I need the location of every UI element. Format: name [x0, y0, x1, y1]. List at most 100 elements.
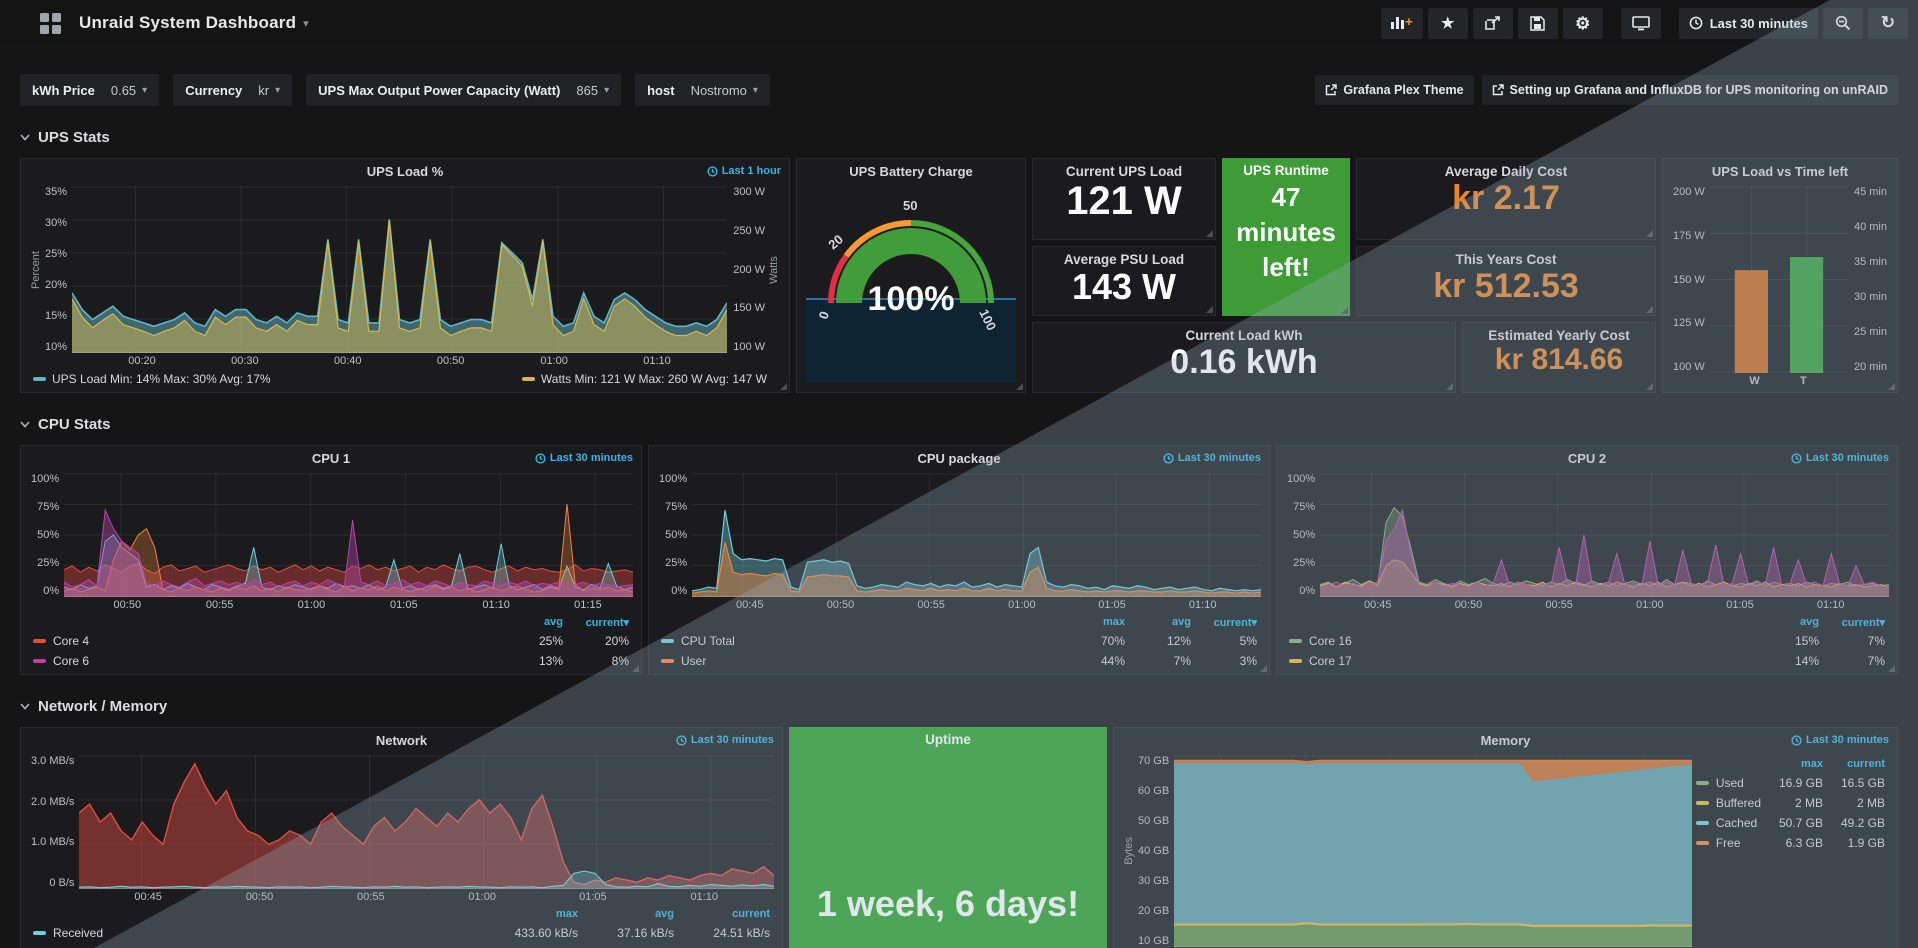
chart-plot[interactable] — [692, 473, 1261, 597]
stat-title[interactable]: Current UPS Load — [1066, 164, 1182, 179]
legend-label: Received — [53, 926, 103, 940]
panel-title[interactable]: Network — [376, 733, 427, 748]
legend-series-toggle[interactable]: Free — [1696, 836, 1761, 850]
legend-series-toggle[interactable]: CPU Total — [661, 634, 1059, 648]
y-tick: 10% — [45, 341, 67, 353]
save-button[interactable] — [1518, 8, 1558, 39]
x-tick: 00:45 — [134, 891, 162, 903]
panel-title[interactable]: Memory — [1481, 733, 1531, 748]
stat-title[interactable]: Uptime — [925, 732, 971, 747]
panel-time-range[interactable]: Last 30 minutes — [1791, 734, 1889, 746]
variable-value-dropdown[interactable]: 0.65▾ — [111, 83, 147, 98]
section-ups-stats[interactable]: UPS Stats — [20, 126, 1898, 148]
panel-cpu-2: CPU 2 Last 30 minutes 100%75%50%25%0%00:… — [1276, 445, 1898, 675]
chart-plot[interactable] — [79, 755, 774, 889]
panel-title[interactable]: CPU 2 — [1568, 451, 1606, 466]
legend-value: 44% — [1059, 654, 1125, 668]
y-tick: 100% — [659, 473, 687, 485]
variable-label: kWh Price — [32, 83, 95, 98]
legend-series-toggle[interactable]: Used — [1696, 776, 1761, 790]
bar-label: W — [1749, 375, 1759, 387]
panel-network: Network Last 30 minutes 3.0 MB/s2.0 MB/s… — [20, 727, 783, 948]
share-button[interactable] — [1473, 8, 1513, 39]
legend-column-current[interactable]: current — [1823, 758, 1885, 770]
stat-title[interactable]: Estimated Yearly Cost — [1488, 328, 1630, 343]
add-panel-button[interactable]: + — [1381, 8, 1423, 39]
legend-column-avg[interactable]: avg — [1753, 616, 1819, 628]
legend-series-toggle[interactable]: Cached — [1696, 816, 1761, 830]
section-network-memory[interactable]: Network / Memory — [20, 695, 1898, 717]
legend-legend: avgcurrent▾Core 425%20%Core 613%8% — [29, 613, 633, 671]
x-tick: 00:50 — [827, 599, 855, 611]
dashboard-title[interactable]: Unraid System Dashboard — [79, 13, 296, 33]
legend-value: 7% — [1819, 634, 1885, 648]
refresh-button[interactable]: ↻ — [1868, 8, 1908, 39]
legend-item[interactable]: Watts Min: 121 W Max: 260 W Avg: 147 W — [522, 372, 767, 386]
title-caret-icon[interactable]: ▾ — [303, 17, 309, 30]
variable-value-dropdown[interactable]: Nostromo▾ — [691, 83, 758, 98]
legend-series-toggle[interactable]: Core 6 — [33, 654, 497, 668]
panel-time-range[interactable]: Last 30 minutes — [535, 452, 633, 464]
legend-row: CPU Total70%12%5% — [661, 631, 1257, 651]
x-tick: 00:20 — [128, 355, 156, 367]
panel-ups-runtime: UPS Runtime 47 minutes left! — [1222, 158, 1350, 316]
settings-button[interactable]: ⚙ — [1563, 8, 1603, 39]
legend-series-toggle[interactable]: Core 17 — [1289, 654, 1753, 668]
legend-column-avg[interactable]: avg — [497, 616, 563, 628]
clock-icon — [1689, 16, 1703, 30]
panel-uptime: Uptime 1 week, 6 days! — [789, 727, 1107, 948]
legend-series-toggle[interactable]: Core 16 — [1289, 634, 1753, 648]
legend-series-toggle[interactable]: User — [661, 654, 1059, 668]
stat-title[interactable]: UPS Runtime — [1243, 163, 1329, 178]
star-button[interactable]: ★ — [1428, 8, 1468, 39]
panel-time-range[interactable]: Last 1 hour — [707, 165, 781, 177]
panel-title[interactable]: CPU 1 — [312, 451, 350, 466]
panel-time-range[interactable]: Last 30 minutes — [1791, 452, 1889, 464]
zoom-out-button[interactable] — [1823, 8, 1863, 39]
chart-plot[interactable] — [1174, 755, 1692, 947]
link-grafana-plex-theme[interactable]: Grafana Plex Theme — [1315, 75, 1473, 105]
legend-column-avg[interactable]: avg — [578, 908, 674, 920]
panel-title[interactable]: CPU package — [917, 451, 1000, 466]
stat-title[interactable]: Average PSU Load — [1064, 252, 1184, 267]
panel-title[interactable]: UPS Battery Charge — [849, 164, 973, 179]
variable-kwh-price: kWh Price 0.65▾ — [20, 74, 159, 106]
x-tick: 00:50 — [1455, 599, 1483, 611]
legend-column-max[interactable]: max — [1059, 616, 1125, 628]
link-grafana-influxdb-setup[interactable]: Setting up Grafana and InfluxDB for UPS … — [1482, 75, 1898, 105]
legend-column-current[interactable]: current — [674, 908, 770, 920]
legend-column-current[interactable]: current▾ — [563, 616, 629, 629]
legend-series-toggle[interactable]: Buffered — [1696, 796, 1761, 810]
chart-plot[interactable] — [1320, 473, 1889, 597]
panel-title[interactable]: UPS Load % — [367, 164, 444, 179]
panel-ups-load-vs-time-left: UPS Load vs Time left 200 W175 W150 W125… — [1662, 158, 1898, 393]
panel-time-range[interactable]: Last 30 minutes — [676, 734, 774, 746]
variable-value-dropdown[interactable]: kr▾ — [258, 83, 280, 98]
legend-column-current[interactable]: current▾ — [1191, 616, 1257, 629]
legend-column-max[interactable]: max — [482, 908, 578, 920]
panel-average-psu-load: Average PSU Load 143 W — [1032, 246, 1216, 316]
legend-series-toggle[interactable]: Received — [33, 926, 482, 940]
time-range-picker[interactable]: Last 30 minutes — [1679, 8, 1818, 39]
legend-column-avg[interactable]: avg — [1125, 616, 1191, 628]
legend-value: 2 MB — [1761, 796, 1823, 810]
variable-value-dropdown[interactable]: 865▾ — [576, 83, 609, 98]
chart-plot[interactable] — [64, 473, 633, 597]
stat-title[interactable]: This Years Cost — [1455, 252, 1556, 267]
section-cpu-stats[interactable]: CPU Stats — [20, 413, 1898, 435]
apps-grid-icon[interactable] — [40, 13, 61, 34]
stat-title[interactable]: Current Load kWh — [1186, 328, 1303, 343]
legend-row: Cached50.7 GB49.2 GB — [1696, 813, 1885, 833]
chart-plot[interactable] — [72, 186, 727, 353]
panel-title[interactable]: UPS Load vs Time left — [1712, 164, 1848, 179]
legend-column-current[interactable]: current▾ — [1819, 616, 1885, 629]
legend-item[interactable]: UPS Load Min: 14% Max: 30% Avg: 17% — [33, 372, 271, 386]
y-tick: 35% — [45, 186, 67, 198]
legend-series-toggle[interactable]: Core 4 — [33, 634, 497, 648]
stat-title[interactable]: Average Daily Cost — [1445, 164, 1568, 179]
panel-time-range[interactable]: Last 30 minutes — [1163, 452, 1261, 464]
bar-plot[interactable] — [1710, 186, 1848, 373]
x-tick: 00:55 — [206, 599, 234, 611]
legend-column-max[interactable]: max — [1761, 758, 1823, 770]
tv-mode-button[interactable] — [1621, 8, 1661, 39]
